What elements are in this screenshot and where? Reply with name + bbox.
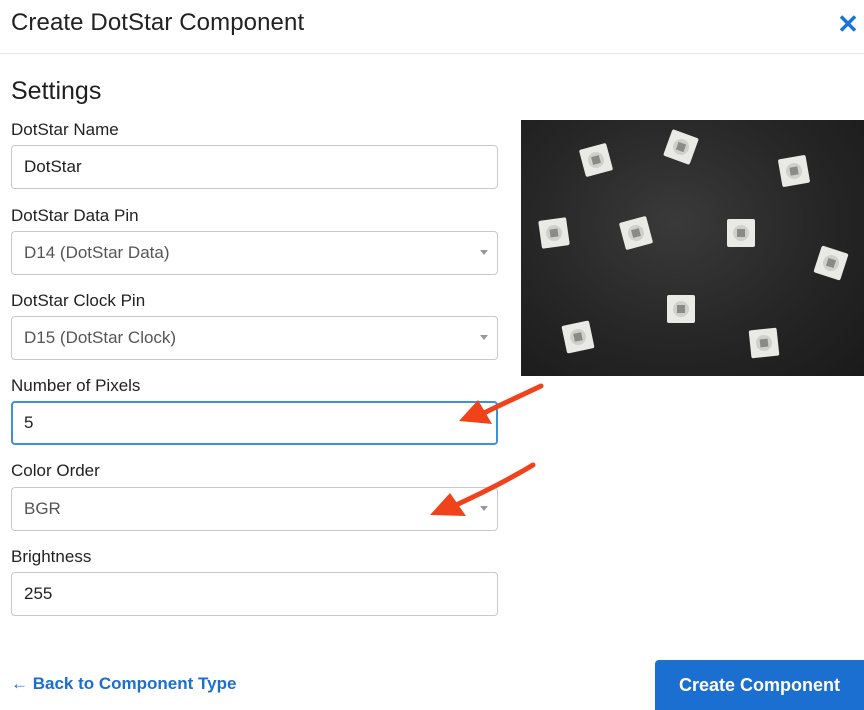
arrow-to-num-pixels — [459, 383, 544, 424]
arrow-to-color-order — [430, 462, 536, 516]
back-to-component-type-link[interactable]: ← Back to Component Type — [11, 674, 236, 694]
create-component-button[interactable]: Create Component — [655, 660, 864, 710]
annotation-arrows — [430, 383, 544, 516]
